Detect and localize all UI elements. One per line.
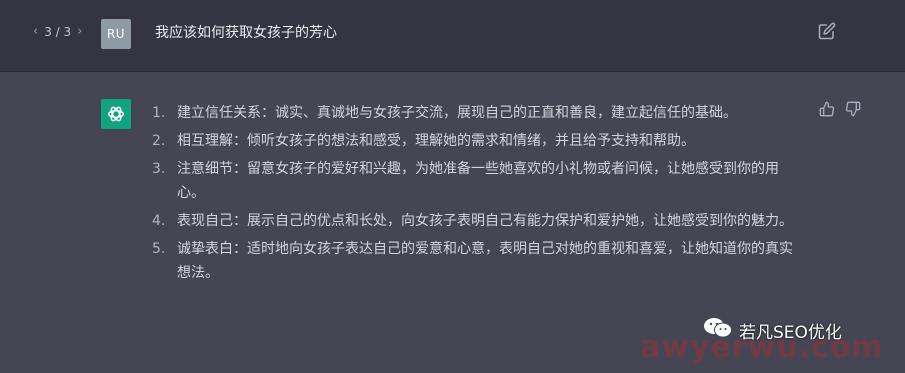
thumbs-up-icon[interactable] xyxy=(819,101,835,117)
list-item-text: 注意细节：留意女孩子的爱好和兴趣，为她准备一些她喜欢的小礼物或者问候，让她感受到… xyxy=(177,161,779,201)
wechat-icon xyxy=(703,316,733,344)
list-item-text: 诚挚表白：适时地向女孩子表达自己的爱意和心意，表明自己对她的重视和喜爱，让她知道… xyxy=(177,241,793,281)
user-message-row: ‹ 3 / 3 › RU 我应该如何获取女孩子的芳心 xyxy=(0,0,905,72)
list-item: 4. 表现自己：展示自己的优点和长处，向女孩子表明自己有能力保护和爱护她，让她感… xyxy=(152,213,793,229)
list-item: 2. 相互理解：倾听女孩子的想法和感受，理解她的需求和情绪，并且给予支持和帮助。 xyxy=(152,133,695,149)
previous-response-button[interactable]: ‹ xyxy=(33,24,38,39)
user-question: 我应该如何获取女孩子的芳心 xyxy=(155,25,337,41)
openai-logo-icon xyxy=(101,99,131,129)
list-item: 5. 诚挚表白：适时地向女孩子表达自己的爱意和心意，表明自己对她的重视和喜爱，让… xyxy=(152,241,793,281)
list-item-text: 建立信任关系：诚实、真诚地与女孩子交流，展现自己的正直和善良，建立起信任的基础。 xyxy=(177,105,737,121)
feedback-buttons xyxy=(819,101,861,117)
watermark-label: 若凡SEO优化 xyxy=(739,322,842,343)
response-pager: ‹ 3 / 3 › xyxy=(33,24,82,39)
list-item-text: 表现自己：展示自己的优点和长处，向女孩子表明自己有能力保护和爱护她，让她感受到你… xyxy=(177,213,793,229)
next-response-button[interactable]: › xyxy=(77,24,82,39)
edit-icon[interactable] xyxy=(818,22,836,40)
watermark: 若凡SEO优化 xyxy=(703,316,842,344)
list-item-text: 相互理解：倾听女孩子的想法和感受，理解她的需求和情绪，并且给予支持和帮助。 xyxy=(177,133,695,149)
answer-list: 1. 建立信任关系：诚实、真诚地与女孩子交流，展现自己的正直和善良，建立起信任的… xyxy=(152,101,802,289)
pager-label: 3 / 3 xyxy=(44,24,72,39)
user-avatar: RU xyxy=(101,19,131,49)
list-item: 3. 注意细节：留意女孩子的爱好和兴趣，为她准备一些她喜欢的小礼物或者问候，让她… xyxy=(152,161,779,201)
list-item: 1. 建立信任关系：诚实、真诚地与女孩子交流，展现自己的正直和善良，建立起信任的… xyxy=(152,105,737,121)
thumbs-down-icon[interactable] xyxy=(845,101,861,117)
